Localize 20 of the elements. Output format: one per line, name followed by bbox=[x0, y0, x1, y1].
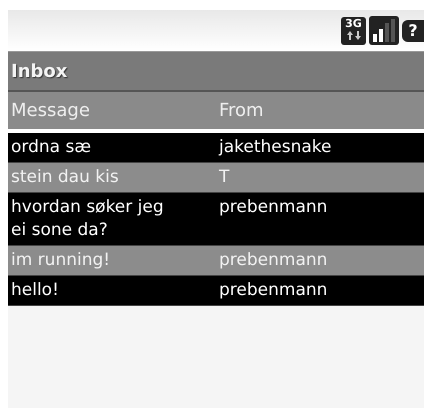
column-header: Message bbox=[10, 99, 91, 123]
message-cell-text: stein dau kis bbox=[10, 166, 120, 189]
sender-cell-text: prebenmann bbox=[218, 249, 328, 272]
signal-icon bbox=[369, 16, 399, 45]
message-cell-text: im running! bbox=[10, 249, 112, 272]
message-row[interactable]: hello! prebenmann bbox=[8, 276, 424, 306]
window-title: Inbox bbox=[11, 60, 68, 84]
message-cell-text: ordna sæ bbox=[10, 136, 92, 159]
message-row[interactable]: ordna sæ jakethesnake bbox=[8, 133, 424, 163]
sender-cell-text: jakethesnake bbox=[218, 136, 332, 159]
column-header: From bbox=[218, 99, 265, 123]
message-cell-text: hvordan søker jeg ei sone da? bbox=[10, 196, 165, 242]
battery-indicator: ? bbox=[402, 20, 424, 42]
message-cell-text: hello! bbox=[10, 279, 60, 302]
sender-cell-text: T bbox=[218, 166, 230, 189]
sender-cell-text: prebenmann bbox=[218, 279, 328, 302]
message-row[interactable]: hvordan søker jeg ei sone da? prebenmann bbox=[8, 193, 424, 246]
network-indicator: 3G bbox=[341, 16, 366, 44]
sender-cell-text: prebenmann bbox=[218, 196, 328, 219]
up-down-arrows-icon bbox=[346, 30, 362, 40]
